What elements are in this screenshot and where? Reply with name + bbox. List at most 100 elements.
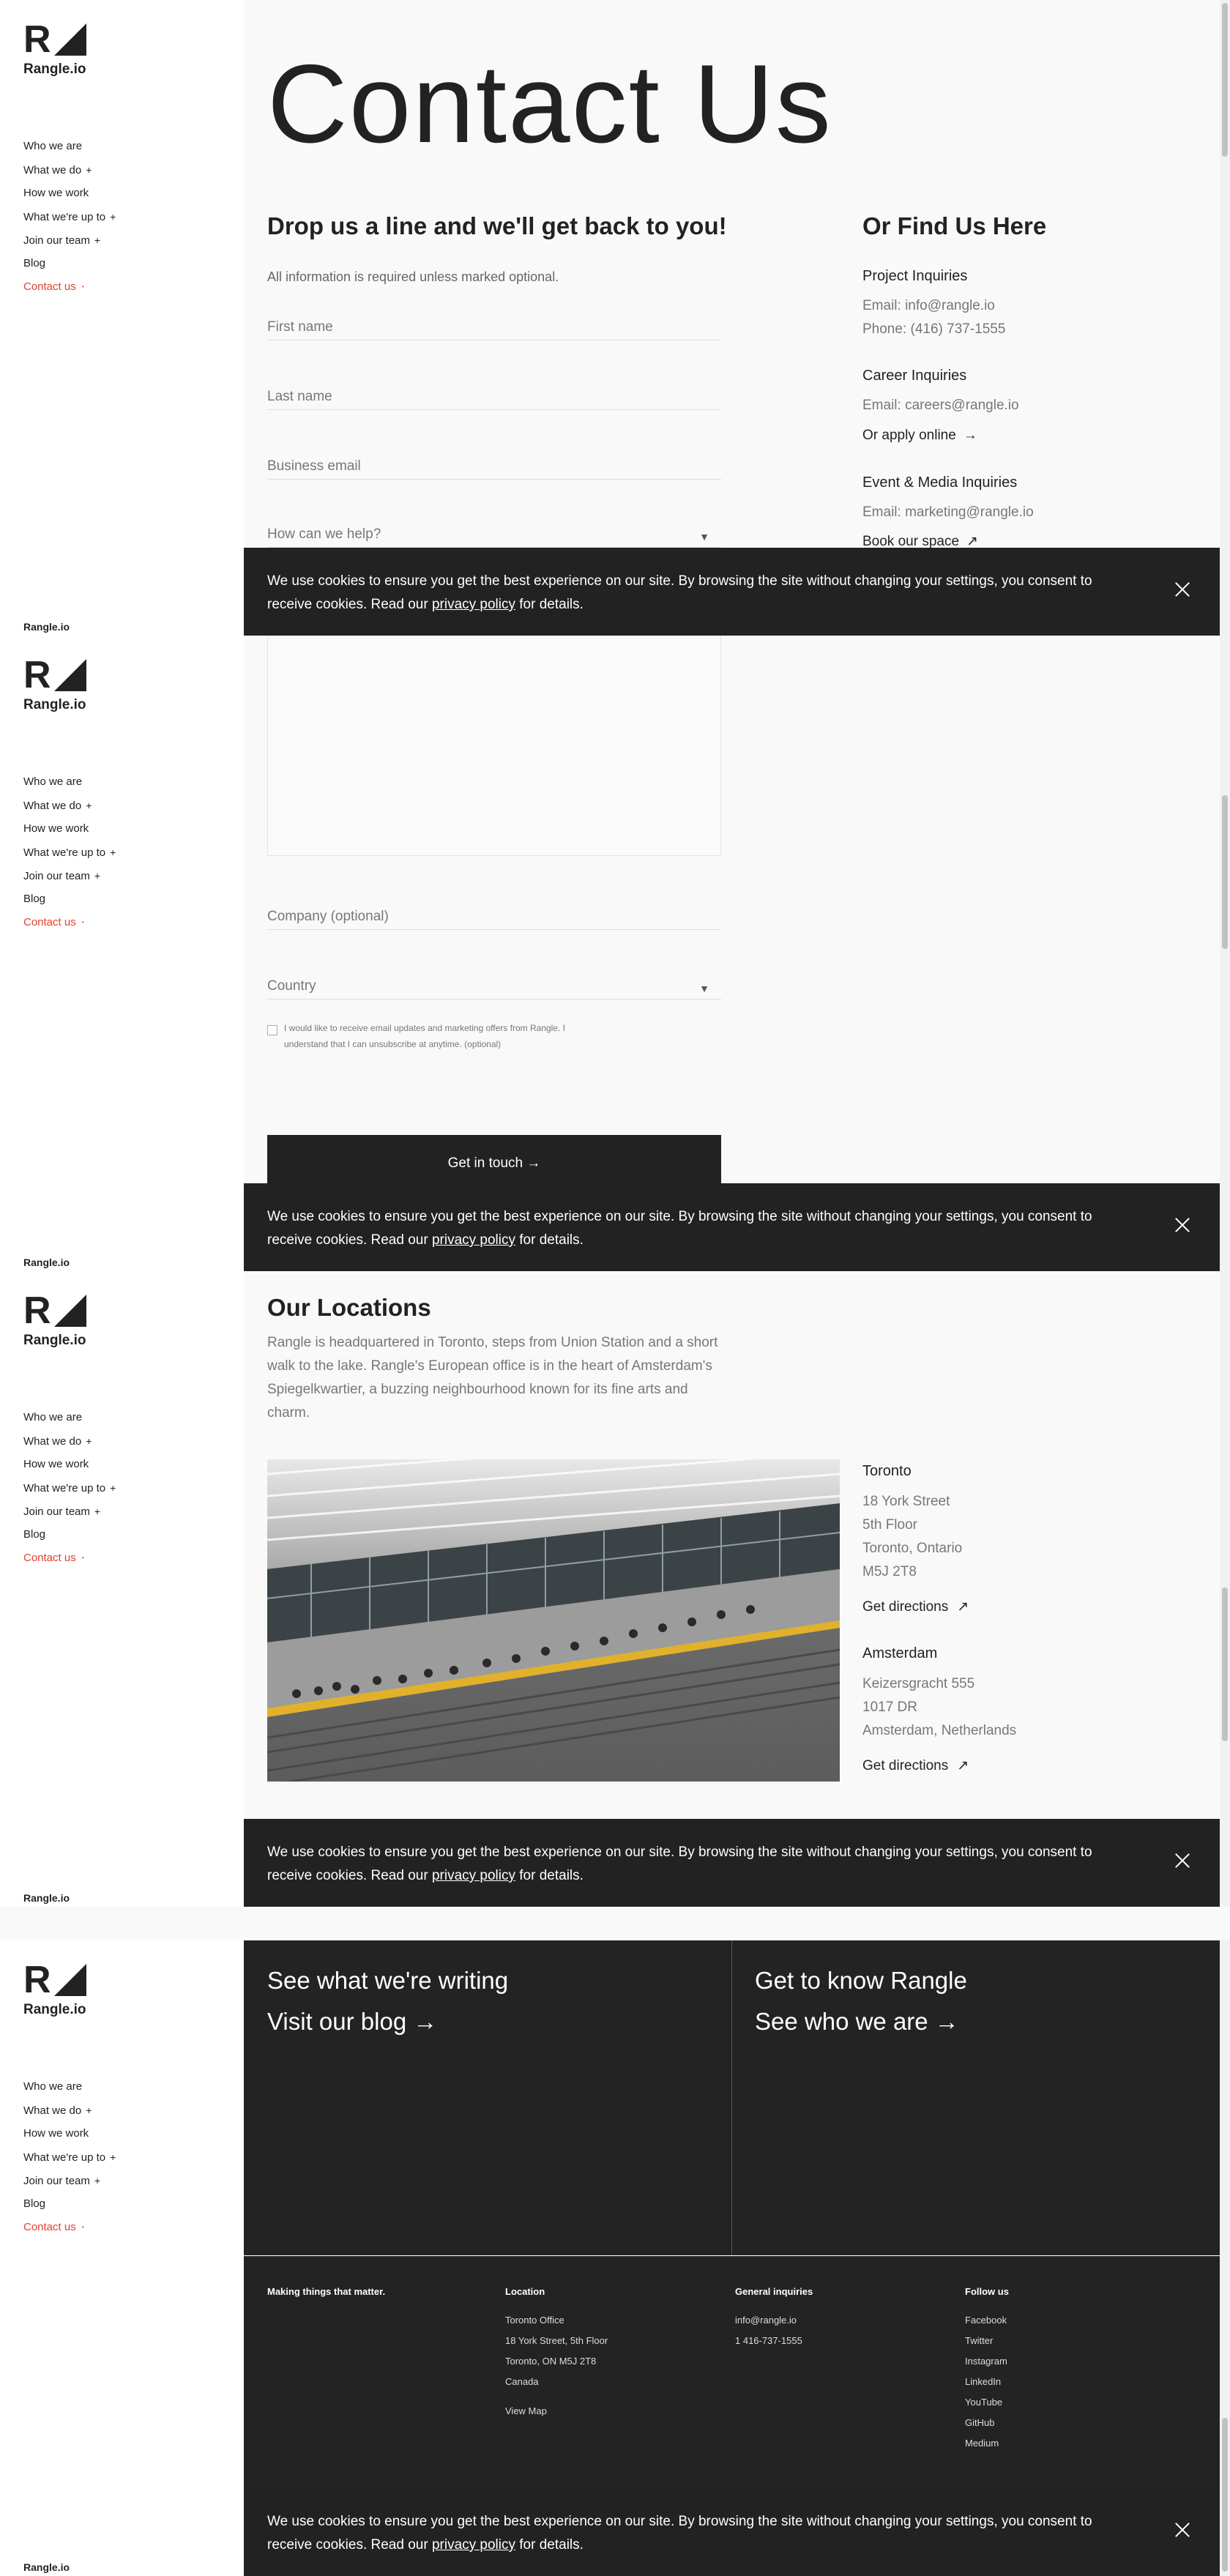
footer-location-line: Toronto, ON M5J 2T8	[505, 2356, 597, 2367]
sidebar: R Rangle.io Who we are What we do + How w…	[0, 1940, 244, 2576]
close-icon[interactable]	[1174, 581, 1190, 598]
nav-item-how-we-work[interactable]: How we work	[23, 817, 116, 841]
locations-heading: Our Locations	[267, 1294, 431, 1321]
footer-follow-title: Follow us	[965, 2286, 1009, 2297]
nav-item-contact-us[interactable]: Contact us •	[23, 911, 116, 934]
instagram-link[interactable]: Instagram	[965, 2351, 1009, 2372]
close-icon[interactable]	[1174, 2522, 1190, 2538]
nav-item-blog[interactable]: Blog	[23, 252, 116, 275]
help-select[interactable]: How can we help? ▼	[267, 518, 721, 548]
plus-icon: +	[94, 234, 101, 246]
logo[interactable]: R Rangle.io	[23, 656, 97, 713]
form-heading: Drop us a line and we'll get back to you…	[267, 212, 727, 239]
scroll-thumb[interactable]	[1222, 3, 1228, 157]
project-phone[interactable]: Phone: (416) 737-1555	[862, 321, 1005, 338]
form-note: All information is required unless marke…	[267, 269, 559, 284]
nav-item-blog[interactable]: Blog	[23, 2192, 116, 2216]
marketing-consent-checkbox[interactable]	[267, 1025, 277, 1035]
nav-item-who-we-are[interactable]: Who we are	[23, 2075, 116, 2099]
scroll-thumb[interactable]	[1222, 795, 1228, 949]
nav-item-what-we-do[interactable]: What we do +	[23, 1429, 116, 1453]
plus-icon: +	[86, 164, 92, 176]
get-in-touch-button[interactable]: Get in touch →	[267, 1135, 721, 1183]
plus-icon: +	[86, 2104, 92, 2116]
nav-item-what-were-up-to[interactable]: What we're up to +	[23, 1476, 116, 1500]
nav-item-what-were-up-to[interactable]: What we're up to +	[23, 2145, 116, 2169]
footer-phone-link[interactable]: 1 416-737-1555	[735, 2331, 813, 2351]
amsterdam-directions-link[interactable]: Get directions ↗	[862, 1757, 969, 1774]
nav-item-how-we-work[interactable]: How we work	[23, 182, 116, 205]
arrow-up-right-icon: ↗	[966, 534, 978, 549]
message-textarea[interactable]	[267, 636, 721, 856]
nav-item-contact-us[interactable]: Contact us •	[23, 1546, 116, 1570]
logo-text: Rangle.io	[23, 62, 86, 77]
facebook-link[interactable]: Facebook	[965, 2310, 1009, 2331]
footer-location-line: Toronto Office	[505, 2315, 564, 2326]
nav-item-join-our-team[interactable]: Join our team +	[23, 228, 116, 252]
github-link[interactable]: GitHub	[965, 2413, 1009, 2433]
dropdown-caret-icon: ▼	[699, 531, 709, 543]
toronto-directions-link[interactable]: Get directions ↗	[862, 1598, 969, 1615]
nav-item-what-we-do[interactable]: What we do +	[23, 158, 116, 182]
nav-item-what-were-up-to[interactable]: What we're up to +	[23, 841, 116, 864]
nav-item-what-we-do[interactable]: What we do +	[23, 2099, 116, 2122]
view-map-link[interactable]: View Map	[505, 2405, 608, 2416]
nav-item-who-we-are[interactable]: Who we are	[23, 135, 116, 158]
nav-item-join-our-team[interactable]: Join our team +	[23, 1500, 116, 1523]
main-nav: Who we are What we do + How we work What …	[23, 1406, 116, 1570]
apply-online-link[interactable]: Or apply online →	[862, 428, 977, 444]
logo-text: Rangle.io	[23, 1333, 86, 1348]
scrollbar[interactable]	[1220, 1940, 1230, 2576]
country-select[interactable]: Country ▼	[267, 970, 721, 999]
arrow-up-right-icon: ↗	[957, 1599, 969, 1615]
footer-location-line: Canada	[505, 2376, 539, 2387]
footer-general: General inquiries info@rangle.io 1 416-7…	[735, 2286, 813, 2351]
plus-icon: +	[110, 846, 116, 858]
nav-item-contact-us[interactable]: Contact us •	[23, 2216, 116, 2239]
first-name-field[interactable]: First name	[267, 311, 721, 340]
close-icon[interactable]	[1174, 1853, 1190, 1869]
logo[interactable]: R Rangle.io	[23, 1292, 97, 1349]
plus-icon: +	[94, 870, 101, 882]
see-who-we-are-link[interactable]: See who we are →	[755, 2008, 967, 2036]
toronto-address-line: 18 York Street	[862, 1494, 950, 1509]
nav-item-who-we-are[interactable]: Who we are	[23, 1406, 116, 1429]
career-email[interactable]: Email: careers@rangle.io	[862, 398, 1019, 414]
nav-item-who-we-are[interactable]: Who we are	[23, 770, 116, 794]
scrollbar[interactable]	[1220, 636, 1230, 1271]
footer-email-link[interactable]: info@rangle.io	[735, 2310, 813, 2331]
privacy-policy-link[interactable]: privacy policy	[432, 2537, 515, 2553]
last-name-field[interactable]: Last name	[267, 381, 721, 410]
visit-blog-link[interactable]: Visit our blog →	[267, 2008, 508, 2036]
nav-item-what-were-up-to[interactable]: What we're up to +	[23, 205, 116, 228]
nav-item-how-we-work[interactable]: How we work	[23, 1453, 116, 1476]
privacy-policy-link[interactable]: privacy policy	[432, 1868, 515, 1883]
nav-item-blog[interactable]: Blog	[23, 887, 116, 911]
close-icon[interactable]	[1174, 1217, 1190, 1233]
nav-item-join-our-team[interactable]: Join our team +	[23, 2169, 116, 2192]
logo[interactable]: R Rangle.io	[23, 1961, 97, 2018]
privacy-policy-link[interactable]: privacy policy	[432, 597, 515, 612]
scroll-thumb[interactable]	[1222, 1587, 1228, 1741]
twitter-link[interactable]: Twitter	[965, 2331, 1009, 2351]
scrollbar[interactable]	[1220, 0, 1230, 636]
linkedin-link[interactable]: LinkedIn	[965, 2372, 1009, 2392]
nav-item-join-our-team[interactable]: Join our team +	[23, 864, 116, 887]
company-field[interactable]: Company (optional)	[267, 901, 721, 930]
medium-link[interactable]: Medium	[965, 2433, 1009, 2454]
event-email[interactable]: Email: marketing@rangle.io	[862, 505, 1034, 521]
scrollbar[interactable]	[1220, 1271, 1230, 1907]
youtube-link[interactable]: YouTube	[965, 2392, 1009, 2413]
project-email[interactable]: Email: info@rangle.io	[862, 298, 995, 314]
sidebar-footer-brand: Rangle.io	[23, 2561, 70, 2573]
privacy-policy-link[interactable]: privacy policy	[432, 1232, 515, 1248]
nav-item-what-we-do[interactable]: What we do +	[23, 794, 116, 817]
cookie-banner: We use cookies to ensure you get the bes…	[244, 1819, 1220, 1907]
scroll-thumb[interactable]	[1222, 2418, 1228, 2572]
nav-item-contact-us[interactable]: Contact us •	[23, 275, 116, 299]
sidebar: R Rangle.io Who we are What we do + How w…	[0, 636, 244, 1271]
nav-item-blog[interactable]: Blog	[23, 1523, 116, 1546]
logo[interactable]: R Rangle.io	[23, 21, 97, 78]
nav-item-how-we-work[interactable]: How we work	[23, 2122, 116, 2145]
business-email-field[interactable]: Business email	[267, 450, 721, 480]
